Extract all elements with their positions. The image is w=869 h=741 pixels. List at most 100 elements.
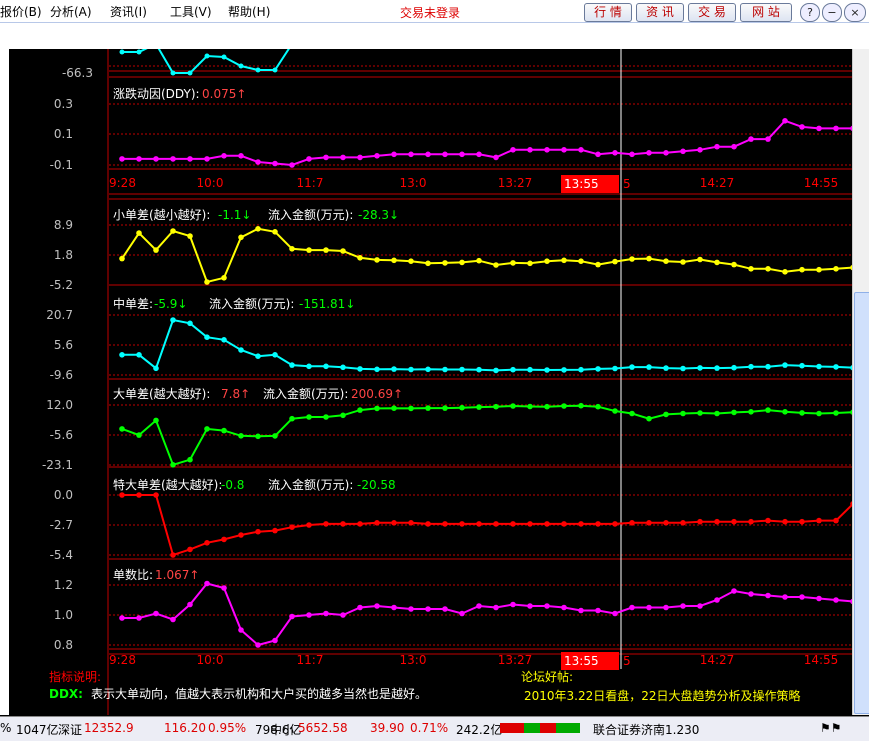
time-tick-label: 13:0: [400, 176, 427, 190]
series-point: [680, 148, 686, 155]
series-point: [510, 601, 516, 608]
website-button[interactable]: 网 站: [740, 3, 792, 22]
series-point: [731, 261, 737, 268]
series-point: [391, 520, 397, 526]
series-point: [527, 603, 533, 609]
menu-quote[interactable]: 报价(B): [0, 3, 42, 20]
series-point: [544, 258, 550, 264]
help-icon[interactable]: ?: [800, 3, 820, 22]
cursor-time-tail: 5: [623, 177, 631, 191]
big-title: 大单差(越大越好):: [113, 387, 210, 401]
series-point: [493, 403, 499, 410]
series-point: [646, 604, 652, 611]
series-point: [289, 613, 295, 620]
series-point: [221, 275, 227, 281]
series-point: [357, 366, 363, 372]
series-point: [680, 259, 686, 265]
series-point: [595, 366, 601, 372]
top-series-point: [272, 67, 278, 73]
series-point: [442, 260, 448, 266]
time-tick-label: 13:27: [498, 176, 533, 190]
series-point: [238, 347, 244, 353]
series-point: [816, 125, 822, 132]
series-point: [306, 414, 312, 420]
series-point: [340, 248, 346, 254]
status-sme-index: 5652.58: [298, 721, 348, 735]
series-point: [374, 603, 380, 609]
series-point: [170, 552, 176, 558]
series-point: [612, 365, 618, 372]
small-value: -1.1↓: [218, 208, 251, 222]
series-point: [510, 366, 516, 373]
series-point: [765, 363, 771, 370]
series-point: [442, 405, 448, 411]
series-point: [476, 603, 482, 609]
series-point: [408, 405, 414, 412]
series-point: [459, 610, 465, 617]
big-value: 7.8↑: [221, 387, 250, 401]
series-point: [833, 266, 839, 272]
ytick-label: 1.8: [54, 248, 73, 262]
series-point: [731, 518, 737, 525]
series-point: [510, 403, 516, 409]
menu-info[interactable]: 资讯(I): [110, 3, 147, 20]
vertical-scrollbar[interactable]: [852, 49, 869, 715]
time-tick-label: 9:28: [109, 653, 136, 667]
series-point: [578, 258, 584, 264]
market-button[interactable]: 行 情: [584, 3, 632, 22]
series-point: [187, 156, 193, 162]
series-point: [289, 246, 295, 252]
series-point: [731, 143, 737, 150]
toolbar-strip: [0, 23, 869, 49]
menu-tools[interactable]: 工具(V): [170, 3, 212, 20]
time-tick-label: 14:27: [700, 653, 735, 667]
menu-bar: 报价(B) 分析(A) 资讯(I) 工具(V) 帮助(H) 交易未登录 行 情 …: [0, 0, 869, 23]
series-point: [731, 409, 737, 416]
big-flow-label: 流入金额(万元):: [263, 386, 348, 401]
series-point: [612, 521, 618, 527]
series-point: [578, 147, 584, 153]
series-point: [187, 233, 193, 239]
indicator-chart[interactable]: -66.3 9:28 10:0 11:7 13:0 13:27 14:27 14:55 13:5…: [9, 49, 852, 715]
ytick-label: -5.2: [50, 278, 73, 292]
series-point: [408, 606, 414, 612]
series-point: [612, 258, 618, 265]
time-tick-label: 11:7: [297, 176, 324, 190]
series-point: [748, 409, 754, 415]
menu-help[interactable]: 帮助(H): [228, 3, 270, 20]
news-button[interactable]: 资 讯: [636, 3, 684, 22]
ytick-label: 0.1: [54, 127, 73, 141]
cursor-time-label: 13:55: [564, 654, 599, 668]
scrollbar-thumb[interactable]: [854, 292, 869, 714]
login-status: 交易未登录: [400, 6, 461, 20]
series-point: [646, 415, 652, 422]
series-point: [544, 603, 550, 609]
series-point: [782, 409, 788, 415]
close-icon[interactable]: ×: [844, 3, 866, 22]
series-point: [357, 604, 363, 611]
series-point: [119, 352, 125, 358]
menu-analysis[interactable]: 分析(A): [50, 3, 92, 20]
series-point: [238, 153, 244, 159]
status-sz-label: 深证: [58, 723, 83, 737]
status-sz-pct: 0.95%: [208, 721, 247, 735]
trade-button[interactable]: 交 易: [688, 3, 736, 22]
series-point: [646, 255, 652, 262]
series-point: [765, 136, 771, 142]
series-point: [510, 147, 516, 153]
series-point: [221, 337, 227, 343]
series-point: [697, 410, 703, 416]
series-point: [238, 627, 244, 633]
series-point: [153, 156, 159, 162]
series-point: [459, 366, 465, 373]
minimize-icon[interactable]: −: [822, 3, 842, 22]
super-flow-label: 流入金额(万元):: [268, 477, 353, 492]
series-point: [544, 147, 550, 153]
series-point: [204, 334, 210, 341]
series-point: [629, 364, 635, 370]
series-point: [272, 352, 278, 358]
series-point: [629, 520, 635, 526]
ytick-label: -23.1: [42, 458, 73, 472]
series-point: [374, 366, 380, 373]
top-series-point: [187, 70, 193, 76]
